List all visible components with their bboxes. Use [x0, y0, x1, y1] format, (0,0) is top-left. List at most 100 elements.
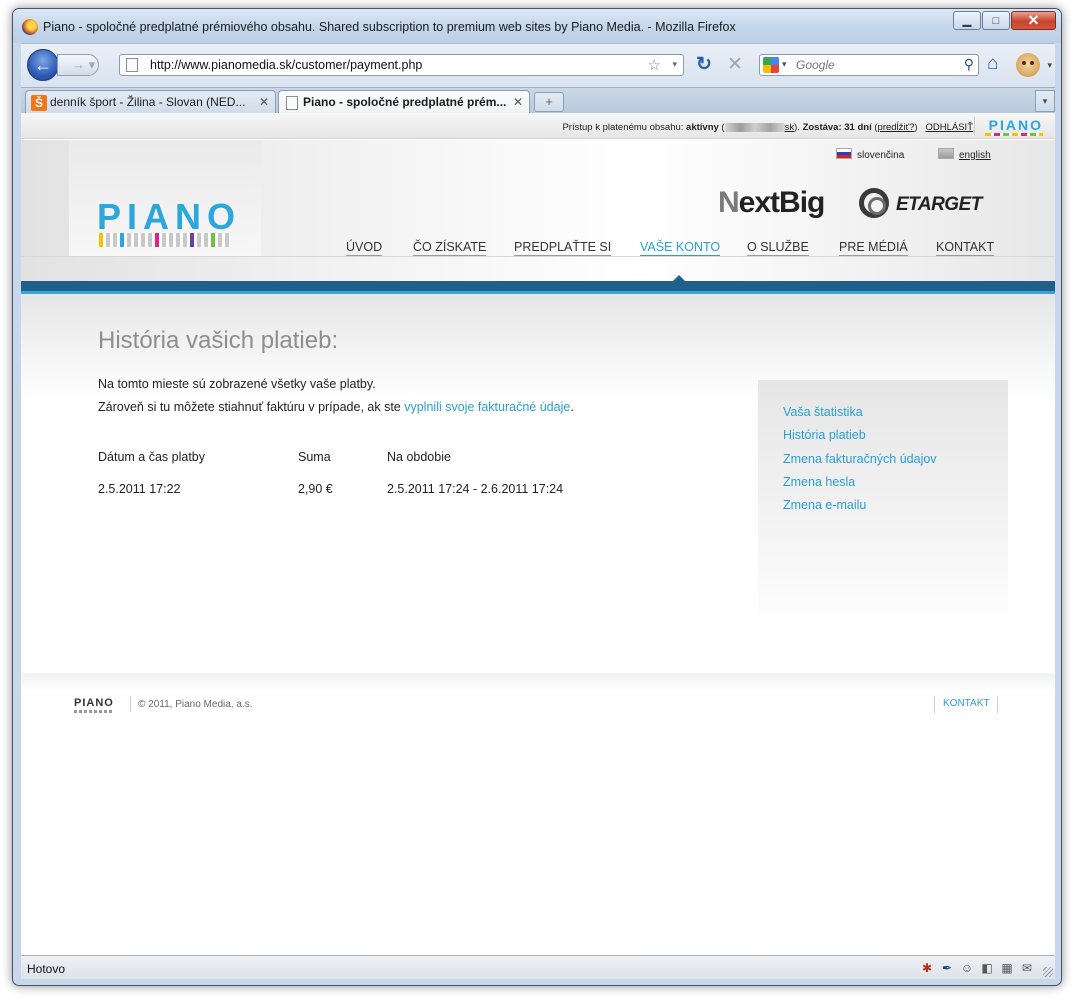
topbar-piano-logo[interactable]: PIANO	[989, 117, 1043, 133]
footer-shade	[21, 673, 1055, 693]
nav-co-ziskate[interactable]: ČO ZÍSKATE	[413, 240, 487, 256]
close-icon: ✕	[1027, 12, 1040, 28]
firebug-icon[interactable]: ✱	[919, 960, 935, 976]
account-topbar: Prístup k platenému obsahu: aktívny (sk)…	[21, 113, 1055, 139]
nextbig-logo-n: N	[718, 186, 740, 219]
footer-contact-link[interactable]: KONTAKT	[934, 696, 999, 713]
tab-close-icon[interactable]: ✕	[513, 95, 523, 109]
status-text: Hotovo	[27, 962, 66, 976]
window-controls: ▁ □ ✕	[952, 11, 1056, 30]
status-bar: Hotovo ✱ ✒ ☺ ◧ ▦ ✉	[21, 955, 1055, 979]
account-link[interactable]: sk	[785, 122, 795, 133]
tab-sport[interactable]: Š denník šport - Žilina - Slovan (NED...…	[25, 90, 276, 114]
firefox-icon	[22, 19, 38, 35]
search-bar[interactable]: ▾ Google ⚲	[759, 54, 979, 76]
page-title: História vašich platieb:	[98, 327, 339, 354]
nav-kontakt[interactable]: KONTAKT	[936, 240, 995, 256]
logout-link[interactable]: ODHLÁSIŤ	[925, 122, 973, 133]
navigation-toolbar: ← → ▾ http://www.pianomedia.sk/customer/…	[21, 43, 1055, 87]
sidebar-link-change-email[interactable]: Zmena e-mailu	[783, 498, 866, 512]
tab-close-icon[interactable]: ✕	[259, 95, 269, 109]
contrast-icon[interactable]: ◧	[979, 960, 995, 976]
etarget-swirl-icon	[859, 188, 889, 218]
extend-link[interactable]: predĺžiť?	[878, 122, 915, 133]
site-header: PIANO slovenčina english NextBig ETARGET	[21, 140, 1055, 295]
sidebar-link-statistics[interactable]: Vaša štatistika	[783, 405, 863, 419]
forward-button[interactable]: → ▾	[57, 54, 99, 76]
column-header-date: Dátum a čas platby	[98, 450, 205, 464]
reload-icon[interactable]: ↻	[696, 55, 712, 75]
maximize-icon: □	[992, 14, 1000, 27]
nextbig-logo-rest: extBig	[738, 186, 826, 219]
nextbig-logo[interactable]: NextBig	[718, 186, 826, 220]
remaining-days: Zostáva: 31 dní	[802, 122, 872, 133]
url-text[interactable]: http://www.pianomedia.sk/customer/paymen…	[150, 58, 422, 72]
page-icon	[126, 58, 138, 72]
access-status: Prístup k platenému obsahu: aktívny (sk)…	[562, 122, 973, 133]
window-title: Piano - spoločné predplatné prémiového o…	[43, 20, 736, 34]
language-english[interactable]: english	[938, 148, 991, 161]
addon-face-small-icon[interactable]: ☺	[959, 960, 975, 976]
google-icon[interactable]	[763, 57, 779, 73]
sport-favicon-icon: Š	[31, 95, 47, 111]
column-header-period: Na obdobie	[387, 450, 451, 464]
nav-predplatte-si[interactable]: PREDPLAŤTE SI	[514, 240, 612, 256]
minimize-button[interactable]: ▁	[953, 11, 981, 30]
nav-vase-konto[interactable]: VAŠE KONTO	[640, 240, 721, 256]
back-button[interactable]: ←	[27, 49, 59, 81]
url-history-dropdown[interactable]: ▾	[672, 59, 677, 70]
redacted-account	[724, 122, 785, 132]
minimize-icon: ▁	[962, 15, 972, 27]
topbar-divider	[974, 117, 975, 135]
language-slovak-label: slovenčina	[857, 150, 905, 161]
forward-icon: → ▾	[72, 57, 96, 72]
search-icon[interactable]: ⚲	[964, 56, 974, 73]
new-tab-button[interactable]: +	[534, 92, 564, 112]
tab-label: Piano - spoločné predplatné prém...	[303, 95, 507, 109]
language-slovak[interactable]: slovenčina	[836, 148, 904, 161]
grid-icon[interactable]: ▦	[999, 960, 1015, 976]
status-icons: ✱ ✒ ☺ ◧ ▦ ✉	[915, 960, 1035, 976]
access-label: Prístup k platenému obsahu:	[562, 122, 684, 133]
browser-window: Piano - spoločné predplatné prémiového o…	[12, 8, 1062, 986]
access-status-value: aktívny	[686, 122, 719, 133]
footer-piano-logo[interactable]: PIANO	[74, 697, 114, 709]
sidebar-link-change-password[interactable]: Zmena hesla	[783, 475, 855, 489]
stop-icon[interactable]: ✕	[727, 55, 743, 75]
tab-label: denník šport - Žilina - Slovan (NED...	[50, 95, 246, 109]
column-header-amount: Suma	[298, 450, 331, 464]
resize-grip-icon[interactable]	[1043, 967, 1053, 977]
toolbar-overflow-icon[interactable]: ▾	[1047, 60, 1052, 71]
nav-o-sluzbe[interactable]: O SLUŽBE	[747, 240, 809, 256]
close-button[interactable]: ✕	[1011, 11, 1056, 30]
language-english-label: english	[959, 150, 991, 161]
etarget-logo[interactable]: ETARGET	[896, 194, 982, 216]
page-viewport: Prístup k platenému obsahu: aktívny (sk)…	[21, 113, 1055, 955]
topbar-logo-bars	[985, 133, 1043, 136]
maximize-button[interactable]: □	[982, 11, 1010, 30]
invoice-note: Zároveň si tu môžete stiahnuť faktúru v …	[98, 400, 574, 414]
tab-piano[interactable]: Piano - spoločné predplatné prém... ✕	[278, 90, 530, 115]
search-input[interactable]: Google	[796, 58, 835, 72]
footer-copyright: © 2011, Piano Media, a.s.	[138, 699, 253, 710]
nav-uvod[interactable]: ÚVOD	[346, 240, 383, 256]
bookmark-star-icon[interactable]: ☆	[648, 56, 661, 74]
billing-details-link[interactable]: vyplnili svoje fakturačné údaje	[404, 400, 570, 414]
nav-band	[21, 281, 1055, 291]
search-engine-dropdown[interactable]: ▾	[782, 59, 787, 70]
account-sidebar: Vaša štatistika História platieb Zmena f…	[758, 380, 1008, 630]
payment-period: 2.5.2011 17:24 - 2.6.2011 17:24	[387, 482, 564, 496]
sidebar-link-billing-details[interactable]: Zmena fakturačných údajov	[783, 452, 937, 466]
main-content: História vašich platieb: Na tomto mieste…	[21, 294, 1055, 674]
quill-icon[interactable]: ✒	[939, 960, 955, 976]
addon-face-icon[interactable]	[1016, 53, 1040, 77]
footer-divider	[130, 696, 131, 712]
list-all-tabs-icon[interactable]: ▾	[1035, 90, 1055, 112]
main-navigation: ÚVOD ČO ZÍSKATE PREDPLAŤTE SI VAŠE KONTO…	[21, 230, 1055, 263]
sidebar-link-payment-history[interactable]: História platieb	[783, 428, 866, 442]
url-bar[interactable]: http://www.pianomedia.sk/customer/paymen…	[119, 54, 684, 76]
payment-amount: 2,90 €	[298, 482, 333, 496]
home-icon[interactable]: ⌂	[987, 54, 998, 74]
mail-icon[interactable]: ✉	[1019, 960, 1035, 976]
nav-pre-media[interactable]: PRE MÉDIÁ	[839, 240, 908, 256]
